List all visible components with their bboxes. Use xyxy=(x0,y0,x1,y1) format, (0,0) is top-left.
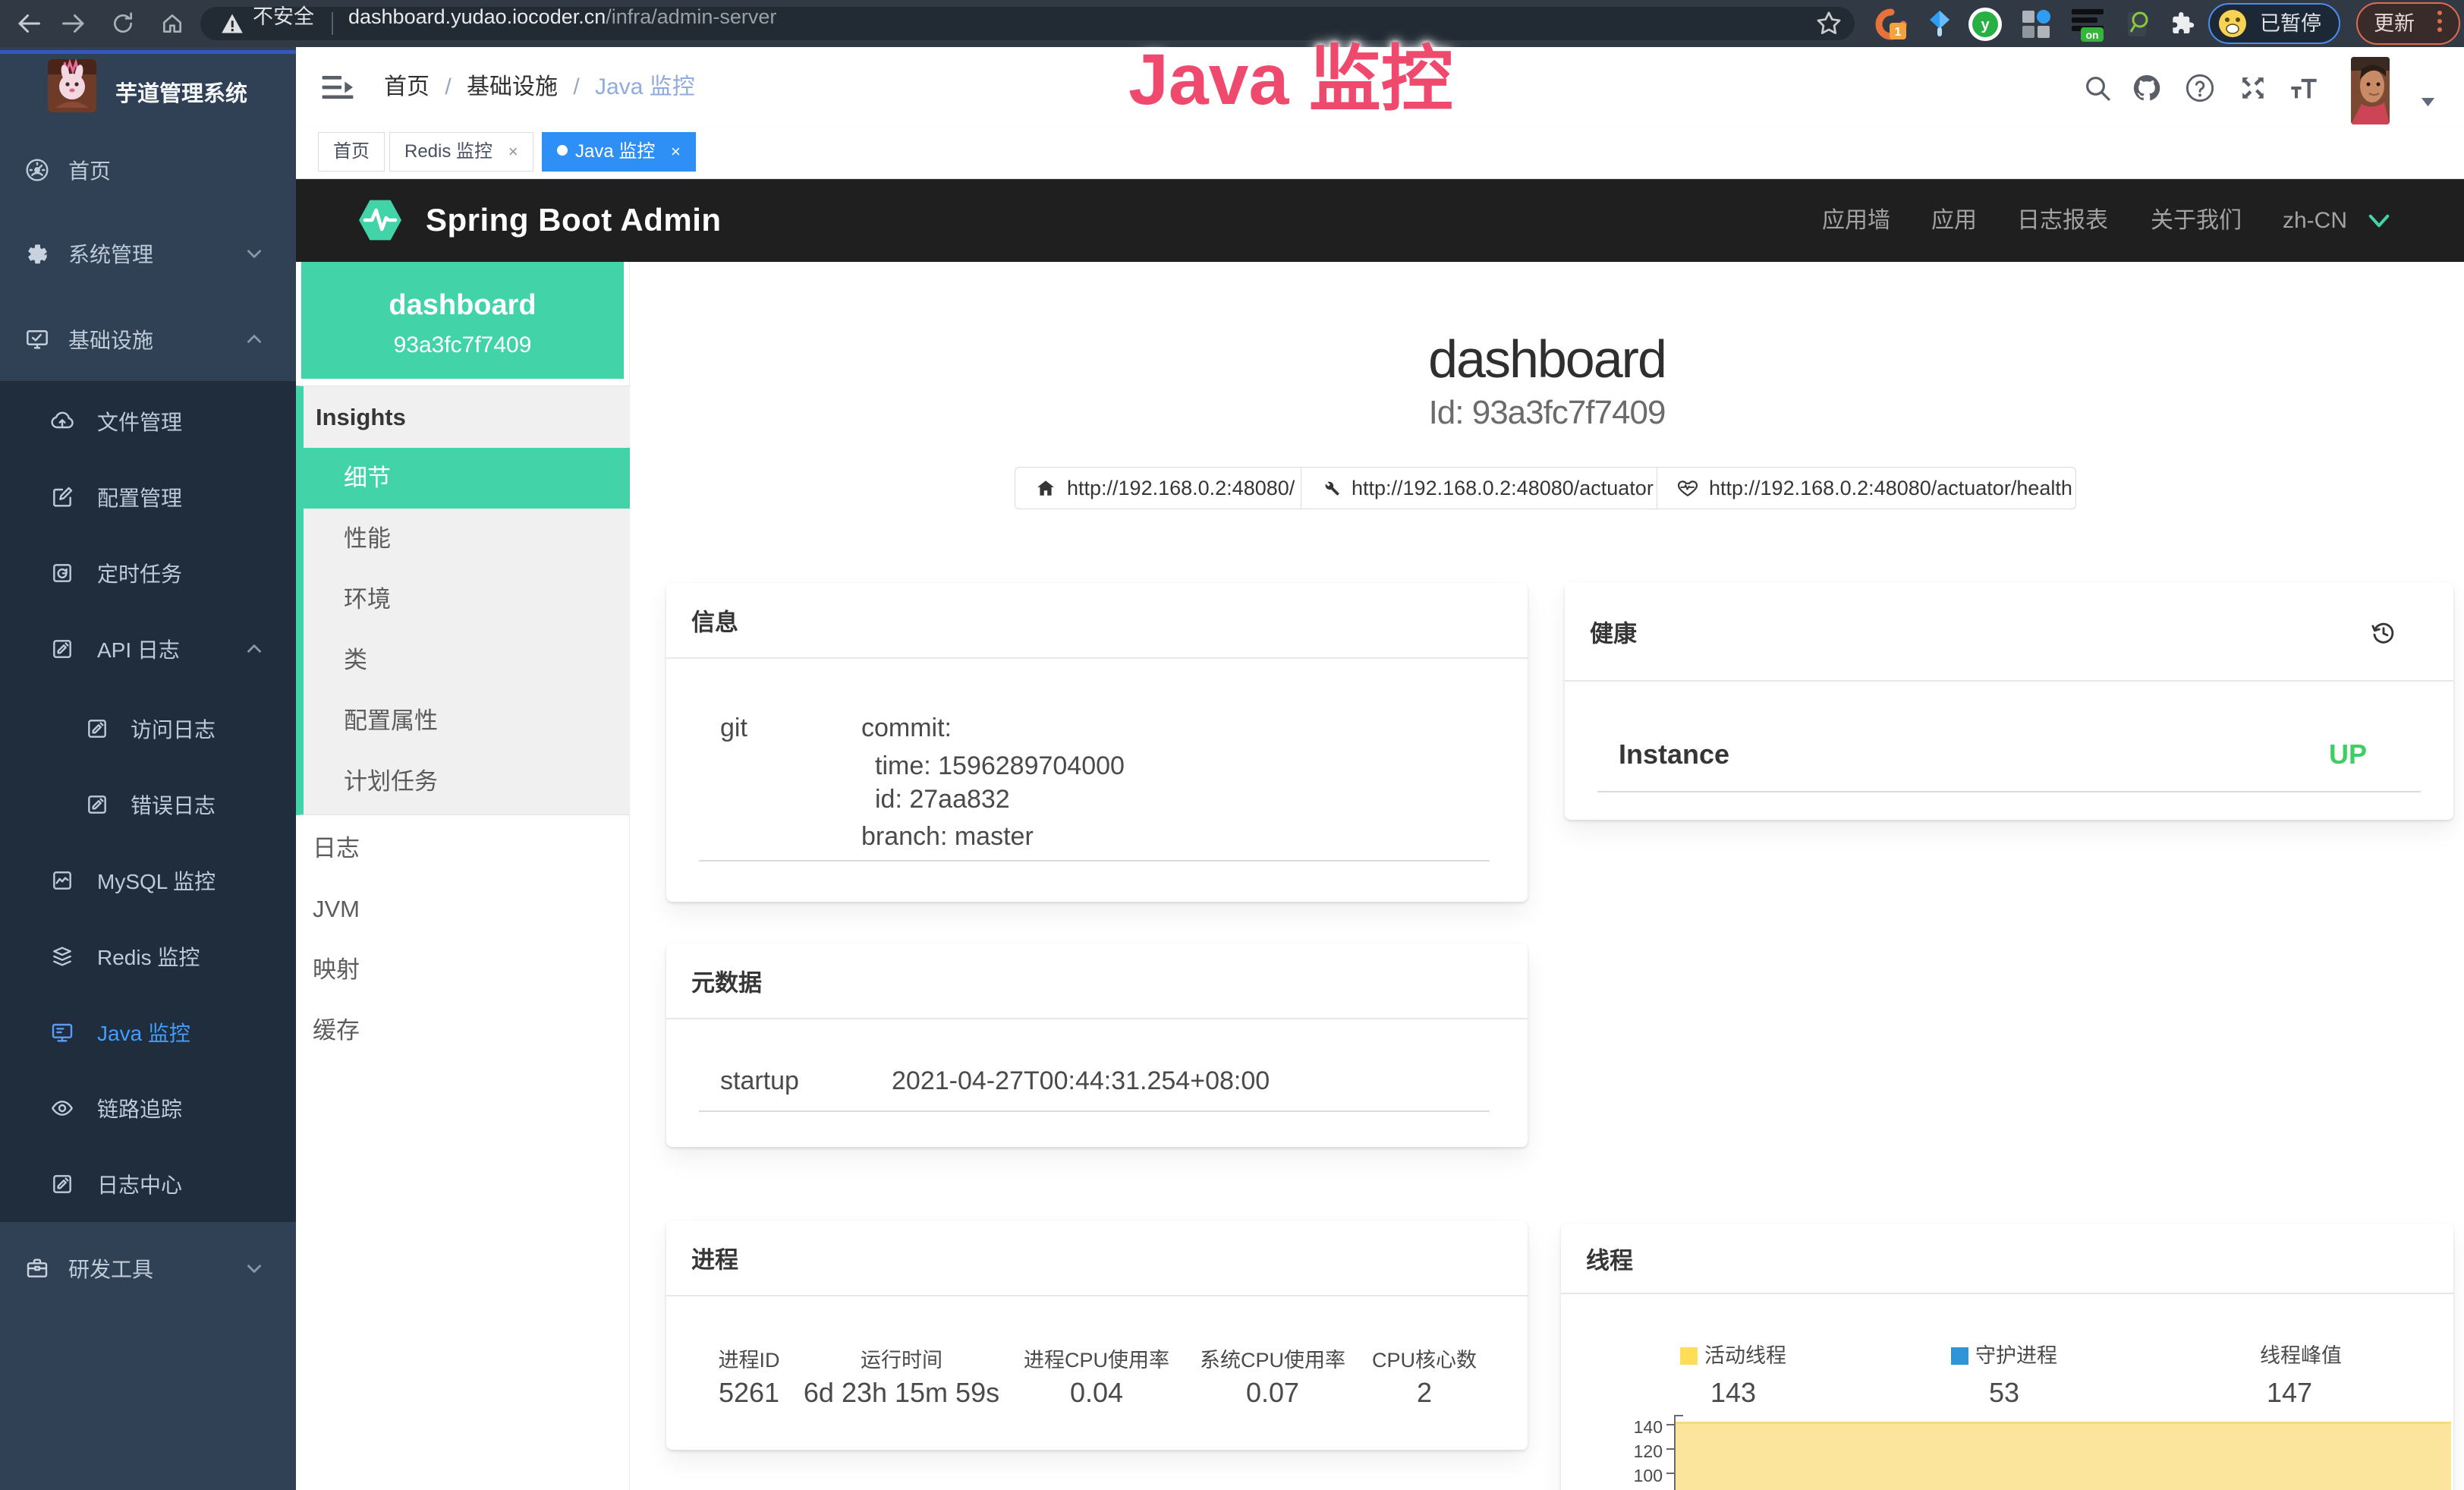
svg-text:on: on xyxy=(2085,29,2098,41)
svg-text:1: 1 xyxy=(1895,26,1902,39)
svg-text:y: y xyxy=(1981,17,1990,33)
